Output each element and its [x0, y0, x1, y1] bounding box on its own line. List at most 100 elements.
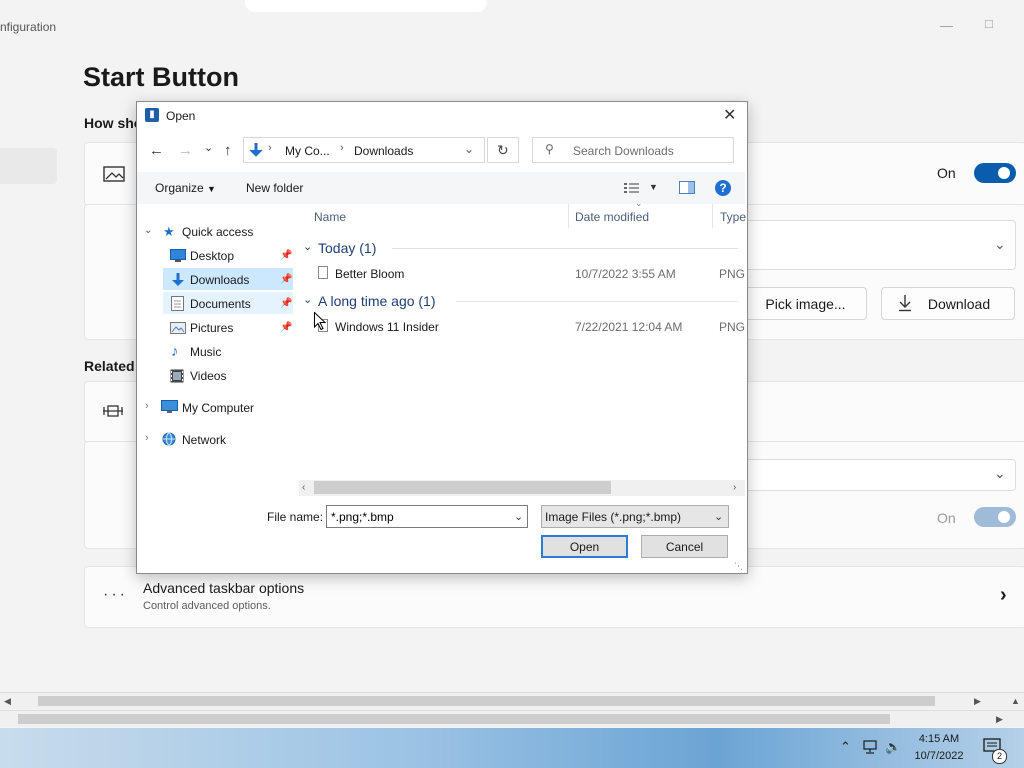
cancel-button[interactable]: Cancel — [641, 535, 728, 558]
nav-item-documents[interactable]: Documents — [190, 297, 251, 311]
scroll-right-icon[interactable]: › — [733, 482, 736, 493]
chevron-down-icon[interactable]: ⌄ — [714, 510, 723, 523]
preview-pane-icon[interactable] — [679, 181, 695, 199]
clock-date[interactable]: 10/7/2022 — [911, 750, 967, 762]
advanced-options-title: Advanced taskbar options — [143, 580, 305, 596]
advanced-options-subtitle: Control advanced options. — [143, 600, 271, 612]
nav-quick-access[interactable]: Quick access — [182, 225, 253, 239]
refresh-button[interactable]: ↻ — [487, 137, 519, 163]
scrollbar-thumb[interactable] — [314, 481, 611, 494]
chevron-down-icon[interactable]: ⌄ — [464, 142, 474, 156]
scroll-up-icon[interactable]: ▲ — [1011, 696, 1020, 706]
maximize-icon[interactable]: □ — [985, 16, 993, 31]
horizontal-scrollbar-2[interactable]: ▶ — [0, 710, 1024, 727]
file-date: 7/22/2021 12:04 AM — [575, 320, 683, 334]
app-icon: ▮ — [145, 108, 159, 122]
star-icon: ★ — [163, 224, 175, 239]
scrollbar-thumb[interactable] — [18, 714, 890, 724]
breadcrumb-downloads[interactable]: Downloads — [354, 144, 413, 158]
search-placeholder: Search Downloads — [573, 144, 674, 158]
scroll-right-icon[interactable]: ▶ — [996, 714, 1003, 725]
file-date: 10/7/2022 3:55 AM — [575, 267, 676, 281]
resize-grip-icon[interactable]: ⋱ — [734, 561, 743, 572]
nav-item-videos[interactable]: Videos — [190, 369, 226, 383]
column-header-type[interactable]: Type — [720, 210, 746, 224]
organize-menu[interactable]: Organize ▼ — [155, 181, 216, 195]
download-button[interactable]: Download — [881, 287, 1015, 320]
minimize-icon[interactable]: — — [940, 18, 953, 33]
close-icon[interactable]: ✕ — [723, 105, 736, 125]
address-bar[interactable]: › My Co... › Downloads ⌄ — [243, 137, 485, 163]
column-header-date-modified[interactable]: Date modified — [575, 210, 649, 224]
related-toggle[interactable] — [974, 507, 1016, 527]
chevron-up-icon[interactable]: ⌃ — [840, 739, 851, 755]
file-type: PNG — [719, 267, 746, 281]
volume-icon[interactable]: 🔈 — [885, 739, 901, 755]
chevron-down-icon: ⌄ — [994, 236, 1006, 252]
clock-time[interactable]: 4:15 AM — [911, 733, 967, 745]
pin-icon[interactable]: 📌 — [280, 322, 292, 333]
network-icon[interactable] — [862, 740, 878, 759]
group-collapse-chevron-icon[interactable]: ⌄ — [303, 240, 312, 253]
file-name-input[interactable] — [326, 505, 528, 528]
pin-icon[interactable]: 📌 — [280, 298, 292, 309]
scrollbar-thumb[interactable] — [38, 696, 935, 706]
scroll-left-icon[interactable]: ‹ — [302, 482, 305, 493]
page-title: Start Button — [83, 62, 239, 92]
notification-badge: 2 — [992, 749, 1007, 764]
column-divider[interactable] — [712, 204, 713, 228]
back-arrow-icon[interactable]: ← — [149, 142, 164, 159]
expanded-chevron-icon[interactable]: ⌄ — [144, 225, 152, 236]
network-icon — [161, 432, 178, 451]
breadcrumb-separator-icon: › — [268, 142, 272, 154]
open-button[interactable]: Open — [541, 535, 628, 558]
group-header-today[interactable]: Today (1) — [318, 240, 376, 256]
recent-locations-chevron-icon[interactable]: ⌄ — [204, 141, 213, 154]
collapsed-chevron-icon[interactable]: › — [145, 400, 149, 412]
chevron-down-icon[interactable]: ⌄ — [514, 510, 523, 523]
toggle-state-label: On — [937, 165, 956, 181]
breadcrumb-my-computer[interactable]: My Co... — [285, 144, 330, 158]
chevron-right-icon[interactable]: › — [1000, 584, 1007, 607]
refresh-icon: ↻ — [497, 142, 509, 158]
scroll-left-icon[interactable]: ◀ — [4, 696, 11, 707]
column-divider[interactable] — [568, 204, 569, 228]
file-name[interactable]: Windows 11 Insider — [335, 320, 439, 334]
file-name[interactable]: Better Bloom — [335, 267, 404, 281]
group-header-long-ago[interactable]: A long time ago (1) — [318, 293, 436, 309]
nav-item-pictures[interactable]: Pictures — [190, 321, 233, 335]
caret-down-icon[interactable]: ▼ — [649, 182, 658, 192]
collapsed-chevron-icon[interactable]: › — [145, 432, 149, 444]
up-arrow-icon[interactable]: ↑ — [224, 142, 232, 159]
desktop-icon — [170, 249, 186, 267]
dialog-title: Open — [166, 109, 196, 123]
nav-my-computer[interactable]: My Computer — [182, 401, 254, 415]
pin-icon[interactable]: 📌 — [280, 250, 292, 261]
image-style-dropdown[interactable]: ⌄ — [744, 220, 1016, 270]
forward-arrow-icon[interactable]: → — [178, 142, 193, 159]
pick-image-button[interactable]: Pick image... — [744, 287, 867, 320]
window-top-edge — [245, 0, 487, 12]
view-options-icon[interactable] — [624, 181, 640, 199]
column-header-name[interactable]: Name — [314, 210, 346, 224]
taskbar-align-icon — [102, 404, 124, 423]
nav-selected-item[interactable] — [0, 148, 57, 184]
nav-item-downloads[interactable]: Downloads — [190, 273, 249, 287]
horizontal-scrollbar[interactable]: ◀ ▶ ▲ — [0, 692, 1024, 709]
settings-titlebar — [0, 12, 1024, 42]
nav-item-desktop[interactable]: Desktop — [190, 249, 234, 263]
new-folder-button[interactable]: New folder — [246, 181, 303, 195]
computer-icon — [161, 400, 178, 419]
related-dropdown[interactable]: ⌄ — [744, 459, 1016, 491]
help-icon[interactable]: ? — [715, 180, 731, 196]
scroll-right-icon[interactable]: ▶ — [974, 696, 981, 707]
pin-icon[interactable]: 📌 — [280, 274, 292, 285]
advanced-taskbar-options-card[interactable] — [84, 566, 1024, 628]
group-collapse-chevron-icon[interactable]: ⌄ — [303, 293, 312, 306]
nav-network[interactable]: Network — [182, 433, 226, 447]
file-type: PNG — [719, 320, 746, 334]
settings-window-title: nfiguration — [0, 20, 57, 34]
nav-item-music[interactable]: Music — [190, 345, 221, 359]
start-button-toggle[interactable] — [974, 163, 1016, 183]
file-list-horizontal-scrollbar[interactable]: ‹ › — [299, 480, 745, 496]
